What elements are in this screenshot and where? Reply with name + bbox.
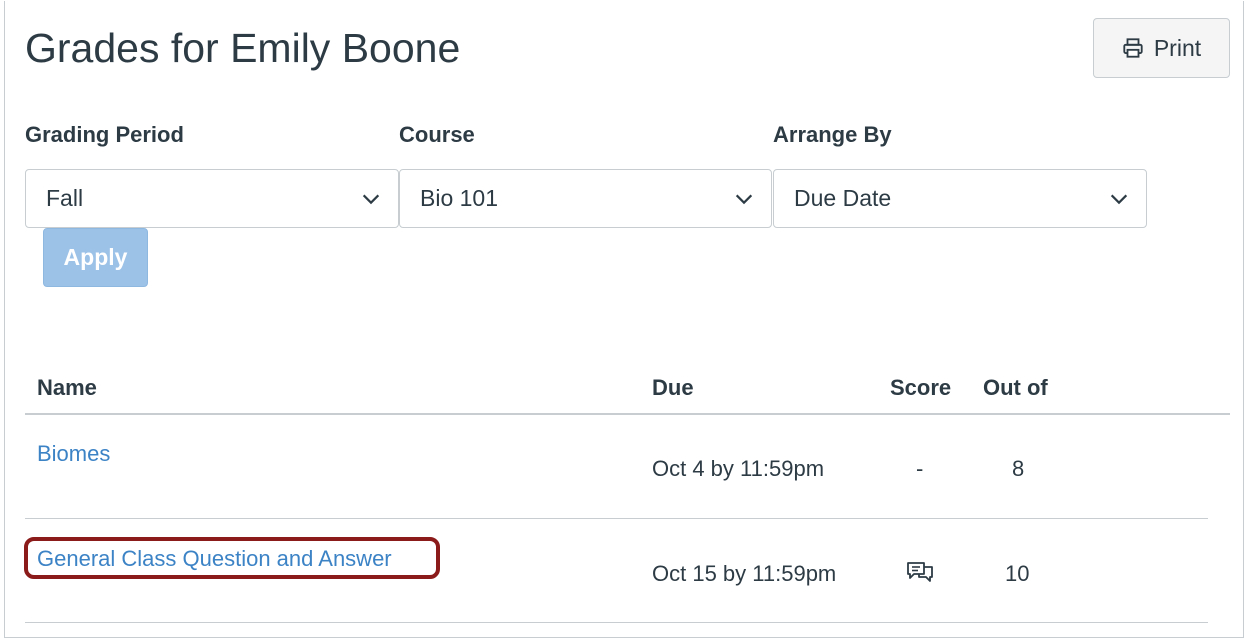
column-header-name[interactable]: Name: [37, 375, 97, 401]
apply-button[interactable]: Apply: [43, 228, 148, 287]
grading-period-value: Fall: [46, 185, 84, 211]
row-divider: [25, 518, 1208, 519]
column-header-score[interactable]: Score: [890, 375, 951, 401]
row-divider: [25, 622, 1208, 623]
table-header-divider: [25, 413, 1230, 415]
arrange-by-label: Arrange By: [773, 122, 892, 147]
page-title: Grades for Emily Boone: [25, 25, 461, 71]
chevron-down-icon: [735, 194, 753, 205]
assignment-link-general-class-question-and-answer[interactable]: General Class Question and Answer: [37, 546, 392, 572]
course-label: Course: [399, 122, 475, 147]
chevron-down-icon: [1110, 194, 1128, 205]
column-header-due[interactable]: Due: [652, 375, 694, 401]
grading-period-select[interactable]: Fall: [25, 169, 399, 228]
grading-period-label: Grading Period: [25, 122, 184, 147]
course-value: Bio 101: [420, 185, 499, 211]
column-header-out-of: Out of: [983, 375, 1048, 400]
due-date: Oct 4 by 11:59pm: [652, 456, 825, 481]
out-of-value: 10: [1005, 561, 1030, 586]
chevron-down-icon: [362, 194, 380, 205]
print-button[interactable]: Print: [1093, 18, 1230, 78]
out-of-value: 8: [1012, 456, 1025, 481]
print-label: Print: [1153, 34, 1202, 61]
due-date: Oct 15 by 11:59pm: [652, 561, 837, 586]
arrange-by-select[interactable]: Due Date: [773, 169, 1147, 228]
comment-icon[interactable]: [906, 560, 934, 584]
assignment-link-biomes[interactable]: Biomes: [37, 441, 110, 467]
course-select[interactable]: Bio 101: [399, 169, 772, 228]
arrange-by-value: Due Date: [794, 185, 892, 211]
score-value: -: [916, 456, 924, 481]
printer-icon: [1123, 38, 1143, 58]
